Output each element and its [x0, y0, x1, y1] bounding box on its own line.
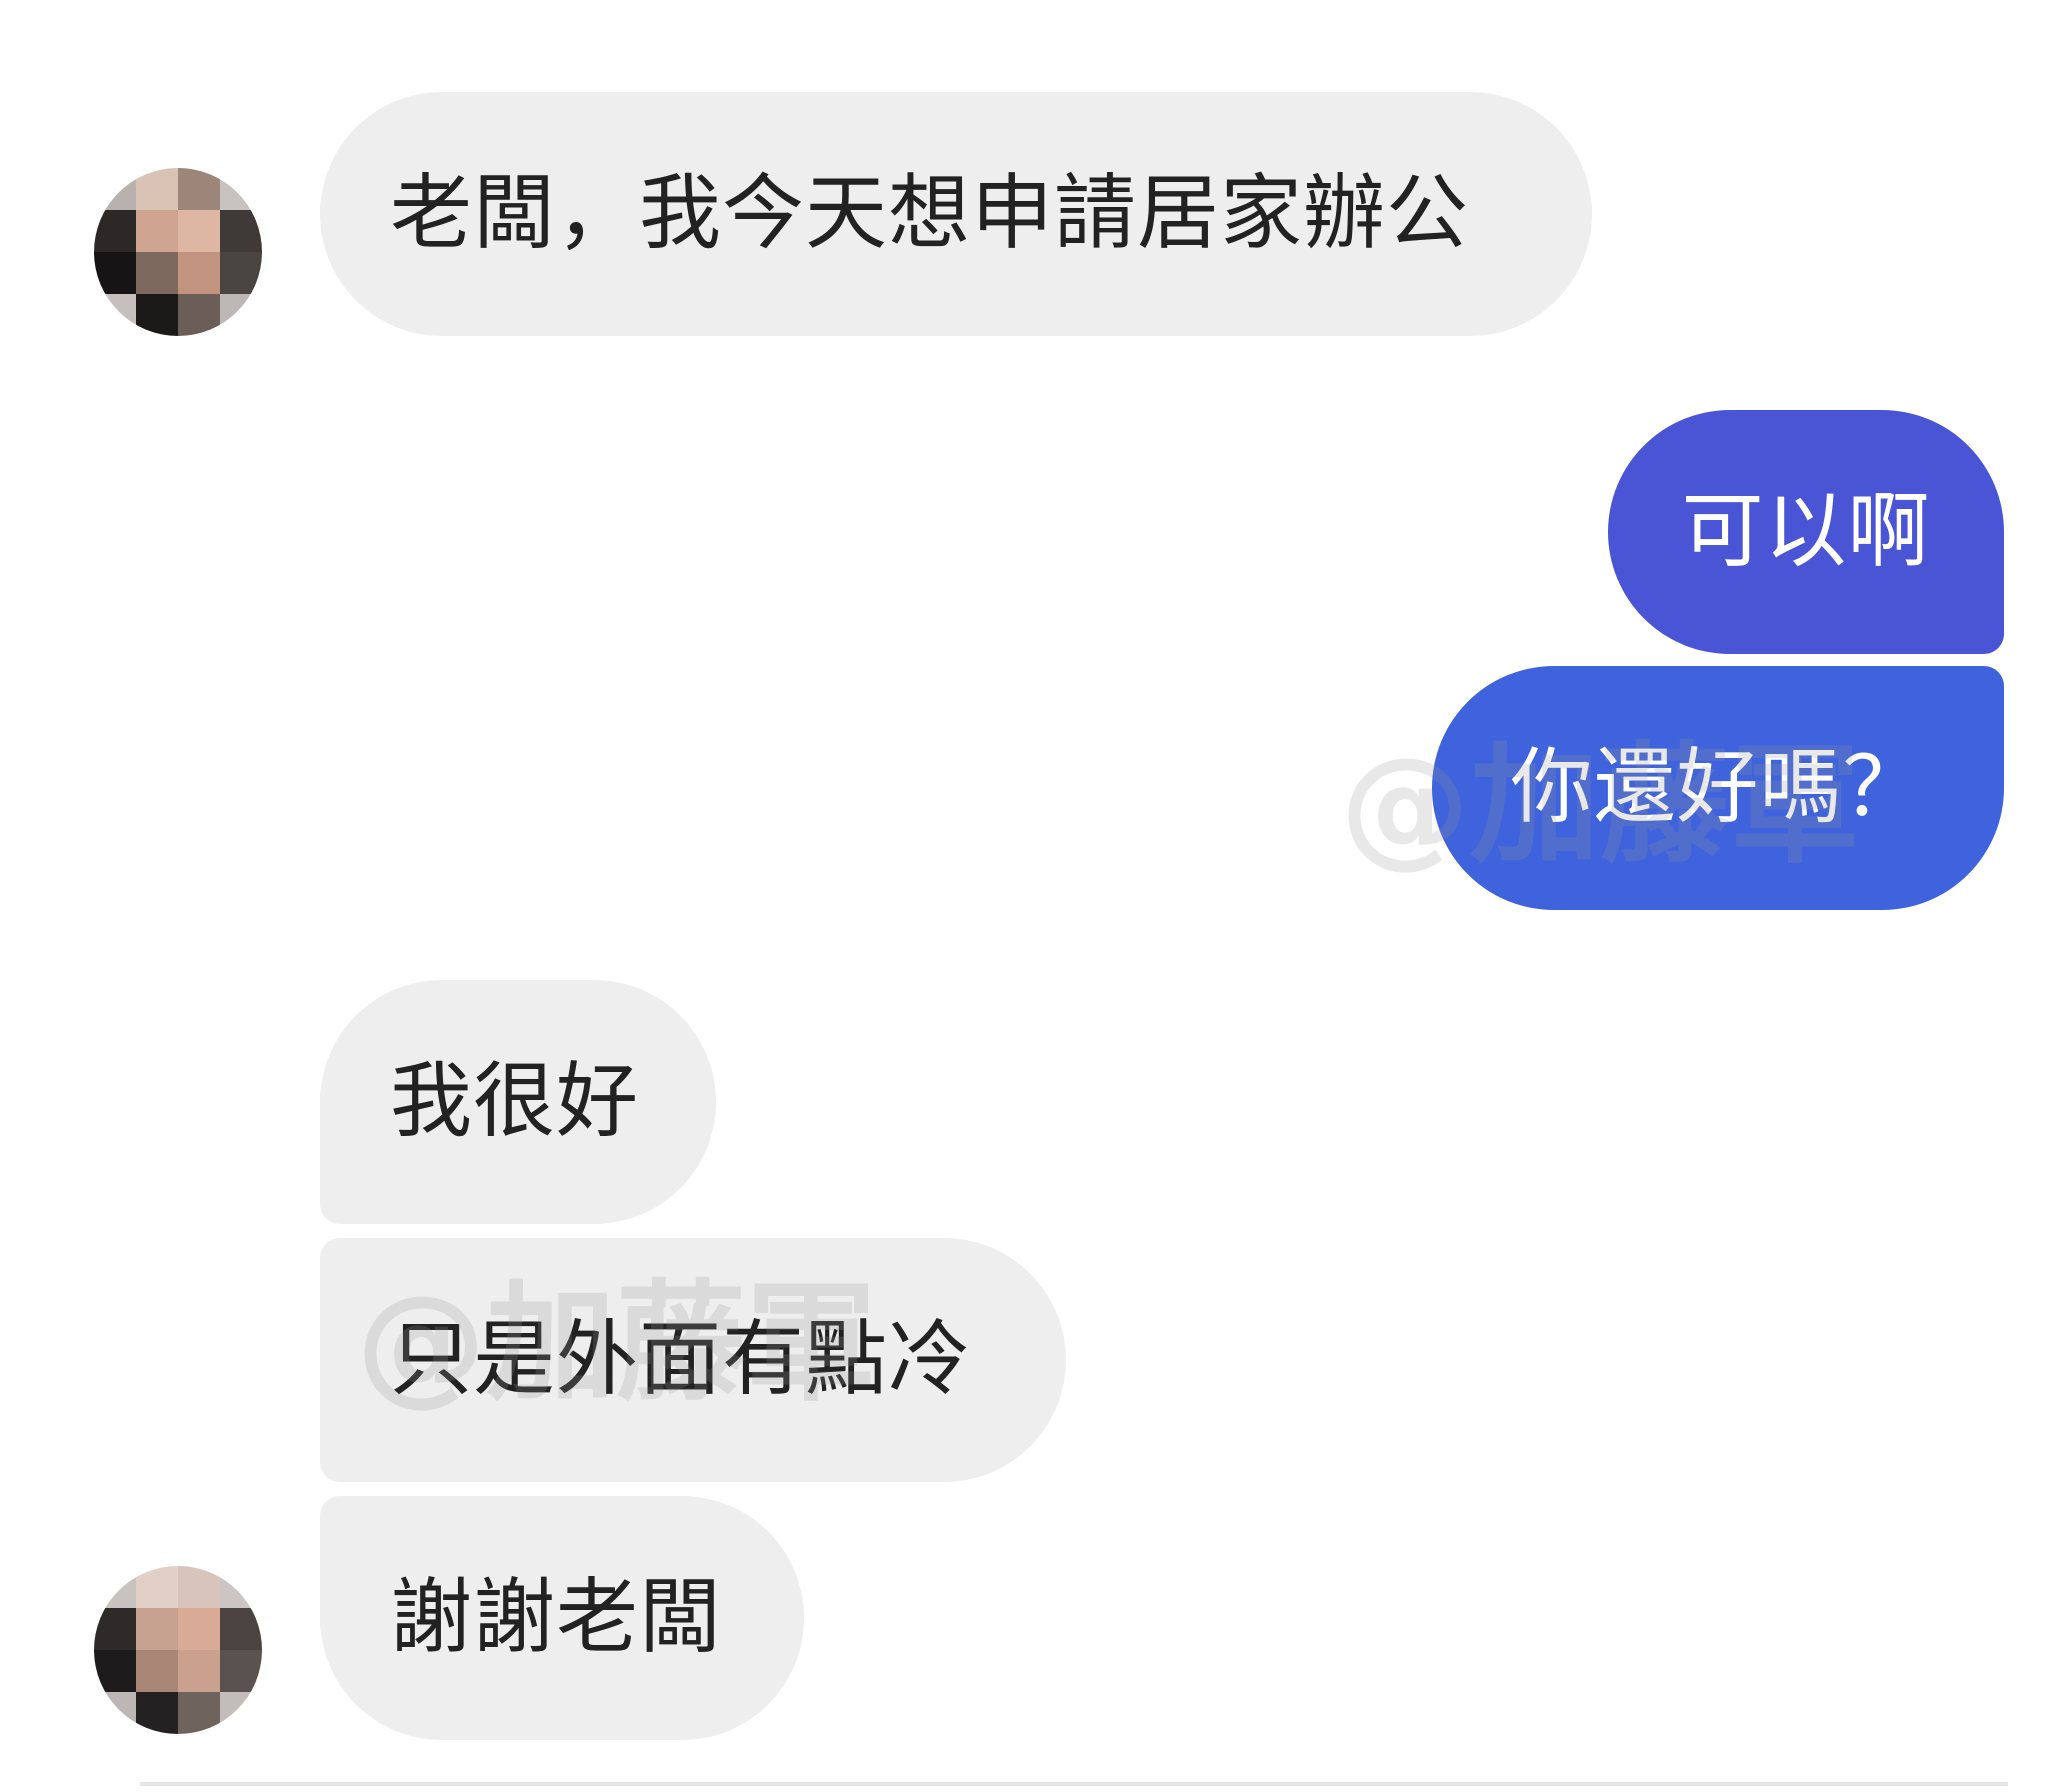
message-bubble-incoming[interactable]: 只是外面有點冷 — [320, 1238, 1066, 1482]
message-text: 你還好嗎？ — [1510, 740, 1926, 835]
message-text: 謝謝老闆 — [390, 1570, 723, 1665]
contact-avatar[interactable] — [94, 168, 262, 336]
chat-thread: 老闆，我今天想申請居家辦公 可以啊 你還好嗎？ 我很好 只是外面有點冷 謝謝老闆… — [0, 0, 2048, 1792]
message-text: 老闆，我今天想申請居家辦公 — [390, 166, 1470, 261]
divider — [140, 1782, 2008, 1786]
message-bubble-outgoing[interactable]: 你還好嗎？ — [1432, 666, 2004, 910]
message-text: 我很好 — [390, 1054, 640, 1149]
message-bubble-incoming[interactable]: 老闆，我今天想申請居家辦公 — [320, 92, 1592, 336]
message-bubble-outgoing[interactable]: 可以啊 — [1608, 410, 2004, 654]
message-bubble-incoming[interactable]: 我很好 — [320, 980, 716, 1224]
message-bubble-incoming[interactable]: 謝謝老闆 — [320, 1496, 804, 1740]
contact-avatar[interactable] — [94, 1566, 262, 1734]
message-text: 只是外面有點冷 — [390, 1312, 972, 1407]
message-text: 可以啊 — [1681, 484, 1931, 579]
